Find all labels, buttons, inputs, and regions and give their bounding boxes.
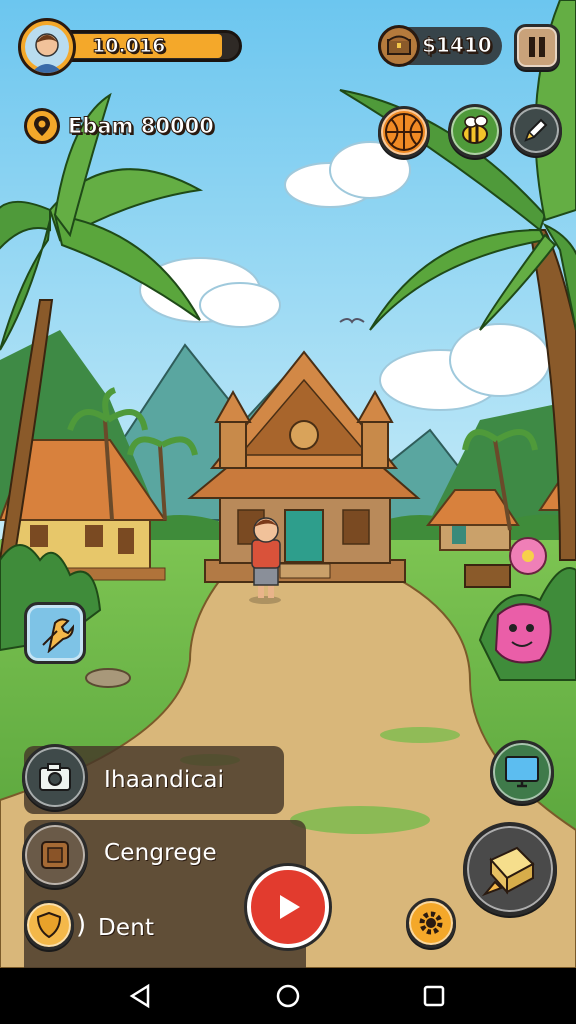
crate-menu-button[interactable]	[22, 822, 88, 888]
coin-counter: $ 1410	[378, 25, 502, 67]
monitor-button[interactable]	[490, 740, 554, 804]
recents-button[interactable]	[420, 982, 448, 1010]
player-score-bar: 10.016	[18, 18, 244, 76]
bee-icon	[462, 115, 488, 144]
treasure-chest	[464, 564, 511, 588]
location-name: Ebam 80000	[68, 114, 215, 139]
location-marker[interactable]: Ebam 80000	[24, 106, 214, 146]
crate-icon	[41, 841, 69, 869]
back-button[interactable]	[124, 982, 156, 1010]
recents-square-icon	[423, 985, 445, 1007]
treasure-chest-icon	[378, 25, 420, 67]
pause-button[interactable]	[514, 24, 560, 70]
menu-item-label: Dent	[98, 915, 155, 941]
system-nav-bar	[0, 968, 576, 1024]
play-icon	[280, 895, 300, 919]
cheese-wedge-icon	[481, 846, 535, 897]
play-button[interactable]	[247, 866, 329, 948]
basketball-icon	[385, 113, 423, 151]
player-score: 10.016	[91, 35, 166, 58]
camera-icon	[39, 763, 71, 791]
menu-item-label: Ihaandicai	[104, 767, 225, 793]
coin-prefix: $	[422, 33, 437, 58]
player-avatar[interactable]	[18, 18, 76, 76]
shield-menu-button[interactable]	[24, 900, 74, 950]
pink-flower	[509, 537, 547, 575]
tool-button[interactable]	[24, 602, 86, 664]
camera-menu-button[interactable]	[22, 744, 88, 810]
shield-icon	[36, 911, 62, 939]
wrench-icon	[42, 618, 75, 653]
pencil-icon	[524, 118, 548, 142]
gear-icon	[419, 911, 443, 935]
basketball-button[interactable]	[378, 106, 430, 158]
back-triangle-icon	[129, 983, 150, 1009]
home-button[interactable]	[274, 982, 302, 1010]
avatar-face-icon	[25, 25, 69, 73]
location-pin-icon	[24, 108, 60, 144]
coin-count: 1410	[436, 33, 493, 58]
pink-creature	[494, 603, 552, 664]
menu-item-label: Cengrege	[104, 840, 217, 866]
bee-button[interactable]	[448, 104, 502, 158]
home-circle-icon	[276, 984, 300, 1008]
edit-button[interactable]	[510, 104, 562, 156]
item-button[interactable]	[463, 822, 557, 916]
menu-bracket: )	[76, 910, 87, 940]
monitor-icon	[505, 756, 539, 788]
pause-icon	[529, 37, 545, 57]
settings-button[interactable]	[406, 898, 456, 948]
